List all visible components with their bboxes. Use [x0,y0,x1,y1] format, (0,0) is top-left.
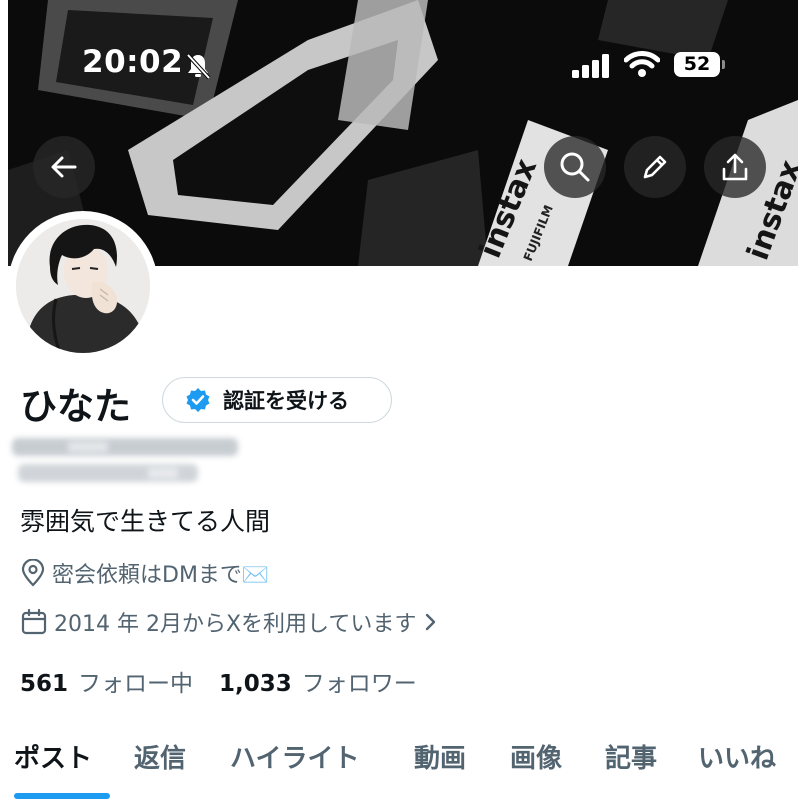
followers-count[interactable]: 1,033 [219,671,292,697]
battery-icon: 52 [674,52,720,77]
signal-icon [572,54,609,78]
tab-articles[interactable]: 記事 [605,738,657,775]
tab-posts[interactable]: ポスト [14,738,92,775]
following-count[interactable]: 561 [20,671,68,697]
get-verified-label: 認証を受ける [223,389,349,413]
display-name: ひなた [20,385,131,428]
search-icon [560,152,590,182]
joined-row[interactable]: 2014 年 2月からXを利用しています [20,606,438,638]
get-verified-button[interactable]: 認証を受ける [162,377,392,423]
share-icon [722,153,748,181]
follow-stats: 561 フォロー中 1,033 フォロワー [20,664,443,698]
verified-badge-icon [186,388,210,412]
tab-replies[interactable]: 返信 [134,738,186,775]
profile-avatar[interactable] [8,211,158,361]
location-pin-icon [21,559,45,587]
tab-highlights[interactable]: ハイライト [230,738,359,775]
bio: 雰囲気で生きてる人間 [20,507,271,536]
avatar-image [16,219,150,353]
wifi-icon [624,51,660,77]
tab-videos[interactable]: 動画 [414,738,466,775]
redacted-handle [12,438,238,482]
location-row: 密会依頼はDMまで✉️ [20,557,269,589]
back-button[interactable] [33,136,95,198]
chevron-right-icon [426,613,436,631]
followers-label[interactable]: フォロワー [302,664,417,698]
bell-muted-icon [186,53,211,80]
tab-images[interactable]: 画像 [510,738,562,775]
calendar-icon [21,608,47,635]
share-button[interactable] [704,136,766,198]
joined-text: 2014 年 2月からXを利用しています [54,612,417,637]
pencil-icon [643,155,667,179]
back-arrow-icon [51,156,77,178]
active-tab-indicator [14,793,110,799]
status-time: 20:02 [82,44,184,80]
edit-button[interactable] [624,136,686,198]
battery-tip [722,60,725,69]
following-label[interactable]: フォロー中 [78,664,193,698]
profile-tabs: ポスト 返信 ハイライト 動画 画像 記事 いいね [0,730,798,800]
tab-likes[interactable]: いいね [698,738,776,775]
search-button[interactable] [544,136,606,198]
location-text: 密会依頼はDMまで✉️ [52,563,270,588]
